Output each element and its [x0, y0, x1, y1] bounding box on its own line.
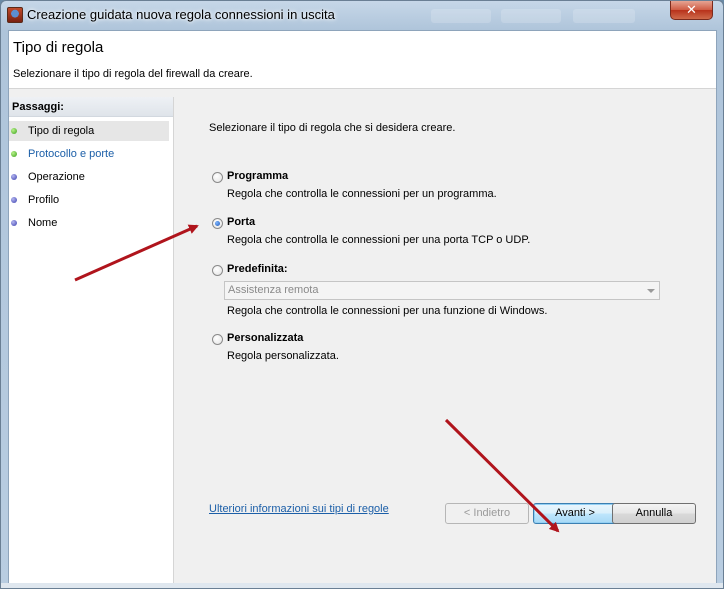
more-info-link[interactable]: Ulteriori informazioni sui tipi di regol…: [209, 503, 389, 515]
radio-porta[interactable]: [212, 218, 223, 229]
background-window-ghost: [501, 9, 561, 23]
step-status-icon: [11, 174, 17, 180]
back-button[interactable]: < Indietro: [445, 503, 529, 524]
step-status-icon: [11, 151, 17, 157]
step-status-icon: [11, 128, 17, 134]
next-button[interactable]: Avanti >: [533, 503, 617, 524]
background-window-ghost: [573, 9, 635, 23]
wizard-window: Creazione guidata nuova regola connessio…: [0, 0, 724, 589]
step-label: Tipo di regola: [28, 125, 95, 137]
background-taskbar-strip: [1, 583, 723, 588]
cancel-button[interactable]: Annulla: [612, 503, 696, 524]
steps-sidebar: Passaggi: Tipo di regola Protocollo e po…: [9, 97, 174, 583]
steps-heading: Passaggi:: [9, 97, 173, 117]
step-label: Protocollo e porte: [28, 148, 115, 160]
background-window-ghost: [431, 9, 491, 23]
step-tipo-di-regola[interactable]: Tipo di regola: [9, 121, 169, 141]
option-title-predefinita[interactable]: Predefinita:: [227, 263, 288, 275]
radio-personalizzata[interactable]: [212, 334, 223, 345]
option-desc-programma: Regola che controlla le connessioni per …: [227, 188, 497, 200]
predefined-rule-select[interactable]: Assistenza remota: [224, 281, 660, 300]
close-button[interactable]: ✕: [670, 1, 713, 20]
step-profilo: Profilo: [9, 190, 169, 210]
step-protocollo-e-porte[interactable]: Protocollo e porte: [9, 144, 169, 164]
step-nome: Nome: [9, 213, 169, 233]
option-title-programma[interactable]: Programma: [227, 170, 288, 182]
rule-type-prompt: Selezionare il tipo di regola che si des…: [209, 122, 456, 134]
step-status-icon: [11, 220, 17, 226]
window-title: Creazione guidata nuova regola connessio…: [27, 7, 335, 22]
step-operazione: Operazione: [9, 167, 169, 187]
page-title: Tipo di regola: [13, 39, 104, 56]
title-bar[interactable]: Creazione guidata nuova regola connessio…: [1, 1, 723, 29]
option-title-personalizzata[interactable]: Personalizzata: [227, 332, 303, 344]
step-label: Profilo: [28, 194, 60, 206]
option-desc-predefinita: Regola che controlla le connessioni per …: [227, 305, 548, 317]
step-status-icon: [11, 197, 17, 203]
step-label: Operazione: [28, 171, 85, 183]
predefined-rule-value: Assistenza remota: [228, 284, 319, 296]
option-desc-porta: Regola che controlla le connessioni per …: [227, 234, 531, 246]
option-desc-personalizzata: Regola personalizzata.: [227, 350, 339, 362]
close-icon: ✕: [686, 2, 697, 17]
step-label: Nome: [28, 217, 58, 229]
page-subtitle: Selezionare il tipo di regola del firewa…: [13, 68, 253, 80]
option-title-porta[interactable]: Porta: [227, 216, 255, 228]
chevron-down-icon: [647, 289, 655, 293]
radio-predefinita[interactable]: [212, 265, 223, 276]
firewall-icon: [7, 7, 23, 23]
wizard-body: Tipo di regola Selezionare il tipo di re…: [8, 30, 717, 584]
radio-programma[interactable]: [212, 172, 223, 183]
wizard-header: Tipo di regola Selezionare il tipo di re…: [9, 31, 716, 89]
